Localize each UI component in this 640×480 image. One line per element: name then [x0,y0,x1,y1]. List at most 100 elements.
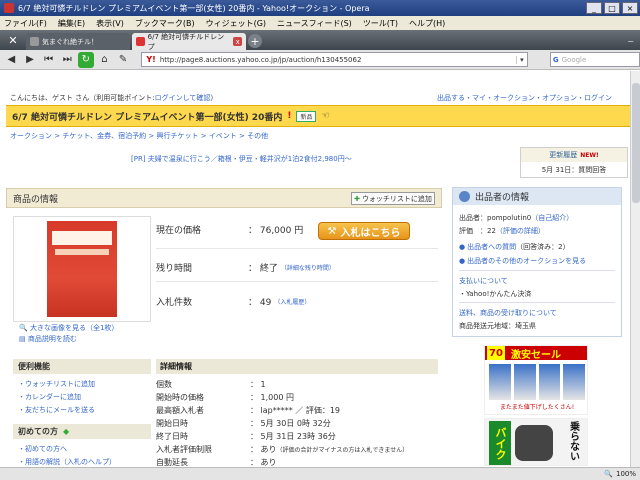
bid-button[interactable]: ⚒ 入札はこちら [318,222,410,240]
ad-banner-bike[interactable]: バイク 乗らない [484,418,588,466]
back-icon[interactable]: ◀ [3,52,20,68]
address-dropdown-icon[interactable]: ▾ [515,55,527,64]
seller-name-text: 出品者：pompolutin0 [459,214,532,222]
new-tab-button[interactable]: + [248,34,262,48]
detail-row: 入札者評価制限 ： あり（評価の合計がマイナスの方は入札できません） [156,444,408,455]
large-image-link[interactable]: 大きな画像を見る（全1枚） [30,324,118,332]
fast-forward-icon[interactable]: ⏭ [59,52,76,68]
ad-banner-sale[interactable]: 激安セール 70 またまた値下げしたくさん! [484,345,588,415]
side-glossary-link[interactable]: ・用語の解説（入札のヘルプ） [18,457,116,467]
product-photo[interactable] [47,221,117,317]
side-beginner-link[interactable]: ・初めての方へ [18,444,67,454]
ad-bike-text: バイク [489,421,511,465]
menu-bookmarks[interactable]: ブックマーク(B) [135,18,195,29]
payment-item: ・Yahoo!かんたん決済 [459,290,532,298]
rating-detail-link[interactable]: （評価の詳細） [496,227,545,235]
tab-close-icon[interactable]: x [233,37,242,46]
menu-help[interactable]: ヘルプ(H) [409,18,445,29]
divider [156,281,438,282]
zoom-icon[interactable]: 🔍 [604,470,613,478]
beginner-mark-icon: ◆ [63,427,70,436]
tab-auction[interactable]: 6/7 絶対可憐チルドレン プ x [132,33,246,51]
detail-row: 終了日時 ： 5月 31日 23時 36分 [156,431,336,442]
ad-bike-text-2: 乗らない [567,421,579,461]
rewind-icon[interactable]: ⏮ [40,52,57,68]
seller-name: 出品者：pompolutin0（自己紹介） [459,213,573,223]
pr-ad-link[interactable]: [PR] 夫婦で温泉に行こう／箱根・伊豆・軽井沢が1泊2食付2,980円〜 [131,154,352,164]
menu-file[interactable]: ファイル(F) [4,18,47,29]
detail-label: 最高額入札者 [156,406,204,415]
ad-sale-text: またまた値下げしたくさん! [499,404,575,411]
seller-title: 出品者の情報 [475,193,530,203]
history-title[interactable]: 更新履歴 [549,150,577,160]
product-info-title: 商品の情報 [13,194,59,205]
side-calendar-label: カレンダーに追加 [25,393,81,401]
forward-icon[interactable]: ▶ [22,52,39,68]
other-auctions-link[interactable]: 出品者のその他のオークションを見る [459,256,586,266]
vertical-scrollbar[interactable] [630,71,640,467]
side-mail-link[interactable]: ・友だちにメールを送る [18,405,95,415]
bid-history-link[interactable]: （入札履歴） [274,297,310,306]
yahoo-site-icon: Y! [146,55,156,64]
detail-label: 開始日時 [156,419,188,428]
window-titlebar: 6/7 絶対可憐チルドレン プレミアムイベント第一部(女性) 20番内 - Ya… [0,0,640,16]
auction-title-bar: 6/7 絶対可憐チルドレン プレミアムイベント第一部(女性) 20番内 ! 新品… [6,105,630,127]
login-link[interactable]: ログインして確認 [155,94,211,102]
menu-feeds[interactable]: ニュースフィード(S) [277,18,352,29]
question-link-label: 出品者への質問 [467,243,517,251]
beginner-header: 初めての方 ◆ [13,424,151,439]
price-value: ： 76,000 円 [248,226,304,236]
zoom-level[interactable]: 100% [616,470,636,478]
bids-value: ： 49 [248,298,272,308]
shipping-link[interactable]: 送料、商品の受け取りについて [459,308,557,318]
ticket-label-shape [52,231,112,245]
breadcrumb[interactable]: オークション > チケット、金券、宿泊予約 > 興行チケット > イベント > … [10,131,268,141]
detail-value-text: ： あり [250,445,277,454]
maximize-button[interactable]: □ [604,2,620,14]
status-bar: 🔍 100% [0,467,640,480]
watch-button-label: ウォッチリストに追加 [361,194,432,203]
menu-tools[interactable]: ツール(T) [363,18,398,29]
address-url[interactable]: http://page8.auctions.yahoo.co.jp/jp/auc… [160,56,362,64]
menu-edit[interactable]: 編集(E) [58,18,85,29]
time-detail-link[interactable]: （詳細な残り時間） [281,263,335,272]
tab-kimagure[interactable]: 気まぐれ絶チル！ [26,33,130,50]
greeting-suffix: ） [210,94,218,102]
tools-icon[interactable]: ✕ [0,30,26,50]
minimize-button[interactable]: _ [586,2,602,14]
edit-icon[interactable]: ✎ [115,52,132,68]
add-to-watchlist-button[interactable]: ✚ ウォッチリストに追加 [351,192,435,205]
self-intro-link[interactable]: （自己紹介） [531,214,573,222]
address-bar[interactable]: Y! http://page8.auctions.yahoo.co.jp/jp/… [141,52,528,67]
plus-icon: ✚ [354,194,360,203]
payment-link[interactable]: 支払いについて [459,276,508,286]
time-row: 残り時間 ： 終了 （詳細な残り時間） [156,261,335,274]
menu-widgets[interactable]: ウィジェット(G) [206,18,266,29]
close-button[interactable]: × [622,2,638,14]
hand-icon: ☜ [321,111,330,121]
reload-icon[interactable]: ↻ [77,51,95,68]
search-placeholder: Google [561,55,587,64]
tabbar-minimize[interactable]: − [621,37,640,50]
search-field[interactable]: G Google [549,52,640,67]
detail-row: 開始日時 ： 5月 30日 0時 32分 [156,418,331,429]
detail-value: ： lap***** ／ 評価：19 [250,406,341,415]
question-count: （回答済み：2） [516,243,570,251]
window-controls: _ □ × [586,2,638,14]
read-description-link[interactable]: 商品説明を読む [28,335,77,343]
menu-view[interactable]: 表示(V) [96,18,124,29]
top-links[interactable]: 出品する・マイ・オークション・オプション・ログイン [437,93,612,103]
seller-header: 出品者の情報 [453,188,621,205]
side-glossary-label: 用語の解説（入札のヘルプ） [25,458,116,466]
scroll-thumb[interactable] [632,83,640,203]
detail-value: ： 5月 31日 23時 36分 [250,432,336,441]
document-icon: ▤ [19,335,26,343]
side-calendar-link[interactable]: ・カレンダーに追加 [18,392,81,402]
photo-links: 🔍 大きな画像を見る（全1枚） ▤ 商品説明を読む [19,323,118,345]
ad-bike-image [515,425,553,461]
home-icon[interactable]: ⌂ [96,52,113,68]
question-link[interactable]: 出品者への質問（回答済み：2） [459,242,570,252]
ad-sale-number: 70 [487,346,505,360]
product-info-header: 商品の情報 ✚ ウォッチリストに追加 [6,188,442,208]
side-watchlist-link[interactable]: ・ウォッチリストに追加 [18,379,95,389]
